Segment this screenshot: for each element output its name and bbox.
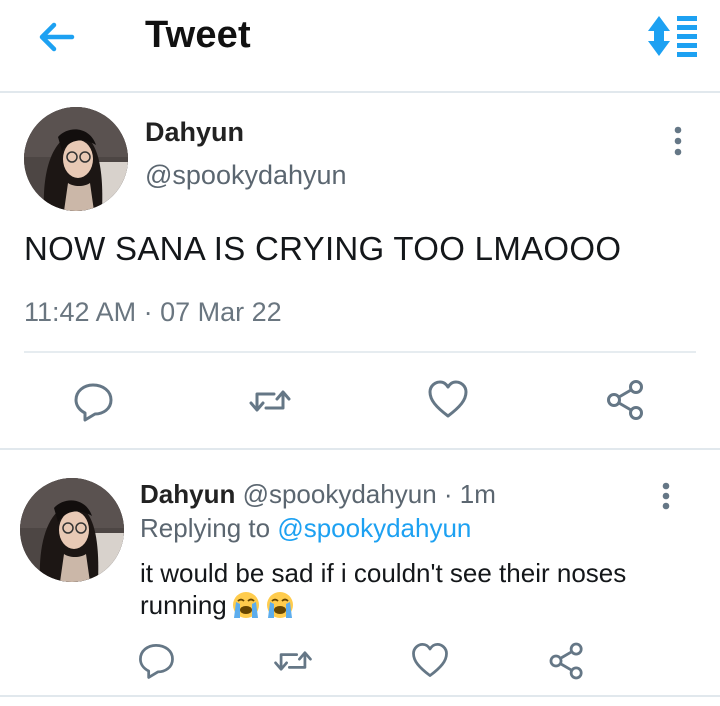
more-vertical-icon bbox=[674, 126, 682, 156]
reply-header: Dahyun @spookydahyun · 1m bbox=[140, 479, 496, 510]
author-name[interactable]: Dahyun bbox=[145, 117, 244, 148]
like-button[interactable] bbox=[408, 638, 452, 682]
reply-button[interactable] bbox=[134, 638, 178, 682]
avatar[interactable] bbox=[24, 107, 128, 211]
author-handle[interactable]: @spookydahyun bbox=[243, 479, 437, 509]
sort-button[interactable] bbox=[644, 14, 700, 58]
top-bar: Tweet bbox=[0, 0, 720, 92]
replying-to-link[interactable]: @spookydahyun bbox=[277, 513, 471, 543]
reply-text: it would be sad if i couldn't see their … bbox=[140, 558, 627, 620]
tweet-age: 1m bbox=[459, 479, 496, 509]
tweet-text: it would be sad if i couldn't see their … bbox=[140, 557, 700, 621]
reply-icon bbox=[74, 383, 113, 422]
page-title: Tweet bbox=[145, 14, 251, 56]
arrow-left-icon bbox=[39, 22, 75, 52]
replying-to: Replying to @spookydahyun bbox=[140, 513, 471, 544]
back-button[interactable] bbox=[34, 16, 78, 60]
author-name[interactable]: Dahyun bbox=[140, 479, 235, 509]
share-button[interactable] bbox=[545, 639, 589, 683]
retweet-icon bbox=[274, 651, 312, 671]
divider bbox=[24, 351, 696, 353]
crying-face-emoji bbox=[231, 590, 261, 620]
tweet-text: NOW SANA IS CRYING TOO LMAOOO bbox=[24, 230, 622, 267]
section-divider bbox=[0, 448, 720, 450]
divider bbox=[0, 695, 720, 697]
more-options-button[interactable] bbox=[656, 480, 676, 520]
sort-list-icon bbox=[648, 16, 697, 57]
reply-button[interactable] bbox=[69, 377, 117, 425]
tweet-timestamp[interactable]: 11:42 AM · 07 Mar 22 bbox=[24, 297, 282, 328]
share-icon bbox=[549, 642, 583, 680]
avatar[interactable] bbox=[20, 478, 124, 582]
share-button[interactable] bbox=[602, 376, 650, 424]
crying-face-emoji bbox=[265, 590, 295, 620]
more-vertical-icon bbox=[662, 482, 670, 510]
heart-icon bbox=[428, 380, 468, 418]
like-button[interactable] bbox=[424, 375, 472, 423]
more-options-button[interactable] bbox=[668, 122, 688, 162]
retweet-icon bbox=[249, 390, 291, 412]
replying-prefix: Replying to bbox=[140, 513, 271, 543]
header-divider bbox=[0, 91, 720, 93]
retweet-button[interactable] bbox=[246, 377, 294, 425]
reply-icon bbox=[139, 643, 174, 679]
heart-icon bbox=[412, 643, 448, 677]
author-handle[interactable]: @spookydahyun bbox=[145, 160, 347, 191]
retweet-button[interactable] bbox=[271, 639, 315, 683]
separator: · bbox=[443, 479, 453, 509]
share-icon bbox=[607, 380, 643, 420]
